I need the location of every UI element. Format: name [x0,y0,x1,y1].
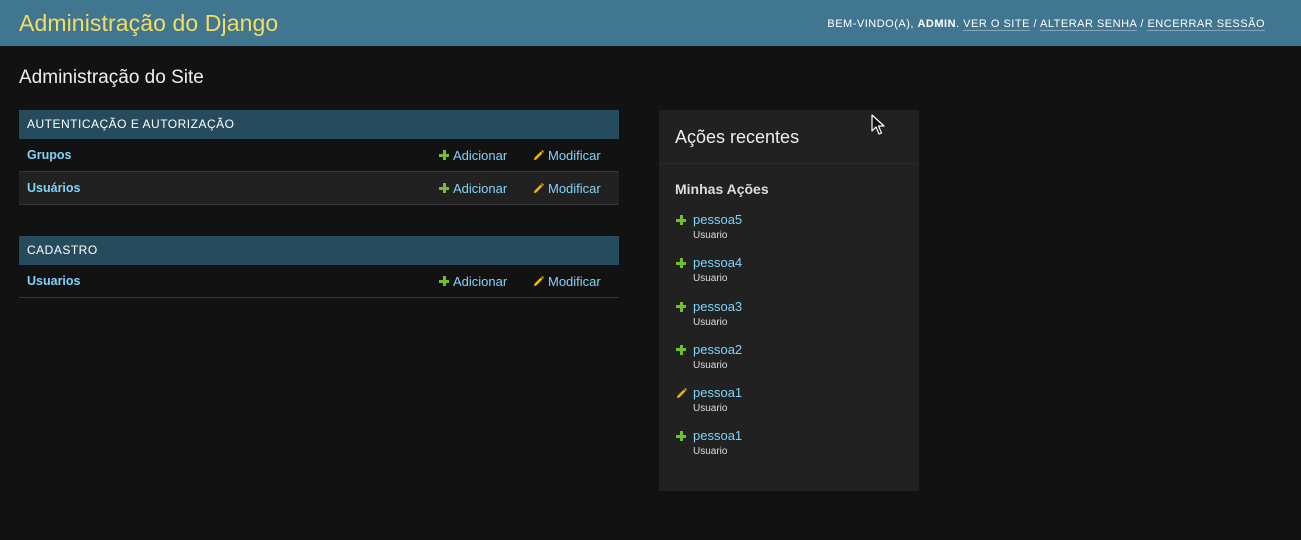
plus-icon [439,183,449,193]
action-object-link[interactable]: pessoa2 [693,342,742,357]
page-title: Administração do Site [19,67,204,88]
action-object-type: Usuario [693,403,728,415]
list-item: pessoa2 Usuario [675,342,919,385]
plus-icon [676,215,686,225]
recent-actions-panel: Ações recentes Minhas Ações pessoa5 Usua… [659,110,919,491]
change-label: Modificar [548,147,601,163]
plus-icon [439,150,449,160]
pencil-icon [533,182,544,193]
username-label: admin [917,17,957,30]
add-label: Adicionar [453,180,508,196]
action-object-type: Usuario [693,446,728,458]
plus-icon [676,431,686,442]
add-label: Adicionar [453,273,508,289]
welcome-text: Bem-vindo(a), [827,17,914,30]
add-usuarios-button[interactable]: Adicionar [439,274,507,289]
app-module-auth: Autenticação e Autorização Grupos Adicio… [19,110,619,205]
separator: / [1033,17,1038,30]
plus-icon [676,258,686,269]
pencil-icon [533,275,544,286]
separator: / [1140,17,1144,30]
model-row-usuarios: Usuarios Adicionar Modificar [19,265,619,298]
change-label: Modificar [548,180,601,196]
mouse-cursor-icon [871,114,885,135]
list-item: pessoa1 Usuario [675,385,919,428]
action-object-link[interactable]: pessoa1 [693,385,742,400]
user-tools: Bem-vindo(a), admin. Ver o site / Altera… [827,17,1265,31]
action-object-type: Usuario [693,230,728,241]
list-item: pessoa5 Usuario [675,212,919,255]
app-module-cadastro: Cadastro Usuarios Adicionar Modificar [19,236,619,298]
change-password-link[interactable]: Alterar senha [1040,17,1137,31]
header-bar: Administração do Django Bem-vindo(a), ad… [0,0,1301,46]
action-object-link[interactable]: pessoa3 [693,299,742,314]
model-link-users[interactable]: Usuários [19,181,81,195]
model-link-usuarios[interactable]: Usuarios [19,274,81,288]
model-link-groups[interactable]: Grupos [19,148,71,162]
view-site-link[interactable]: Ver o site [963,17,1030,31]
action-object-type: Usuario [693,316,728,328]
action-object-link[interactable]: pessoa4 [693,255,742,270]
plus-icon [676,301,686,312]
action-list: pessoa5 Usuario pessoa4 Usuario pessoa3 … [659,212,919,472]
add-label: Adicionar [453,147,508,163]
logout-link[interactable]: Encerrar sessão [1147,17,1265,31]
add-groups-button[interactable]: Adicionar [439,148,507,163]
action-object-type: Usuario [693,359,728,371]
content-area: Administração do Site [0,66,1301,90]
change-usuarios-button[interactable]: Modificar [533,274,601,289]
action-object-link[interactable]: pessoa5 [693,212,742,227]
list-item: pessoa4 Usuario [675,255,919,298]
change-groups-button[interactable]: Modificar [533,148,601,163]
plus-icon [439,276,449,286]
app-caption-link[interactable]: Cadastro [19,236,619,265]
action-object-type: Usuario [693,273,728,285]
action-object-link[interactable]: pessoa1 [693,428,742,443]
list-item: pessoa3 Usuario [675,299,919,342]
my-actions-heading: Minhas Ações [675,181,769,197]
pencil-icon [533,149,544,160]
add-users-button[interactable]: Adicionar [439,181,507,196]
app-caption-link[interactable]: Autenticação e Autorização [19,110,619,139]
model-row-users: Usuários Adicionar Modificar [19,172,619,205]
model-row-groups: Grupos Adicionar Modificar [19,139,619,172]
list-item: pessoa1 Usuario [675,428,919,471]
site-name-link[interactable]: Administração do Django [19,10,278,37]
change-label: Modificar [548,273,601,289]
change-users-button[interactable]: Modificar [533,181,601,196]
pencil-icon [676,388,687,399]
plus-icon [676,344,686,355]
